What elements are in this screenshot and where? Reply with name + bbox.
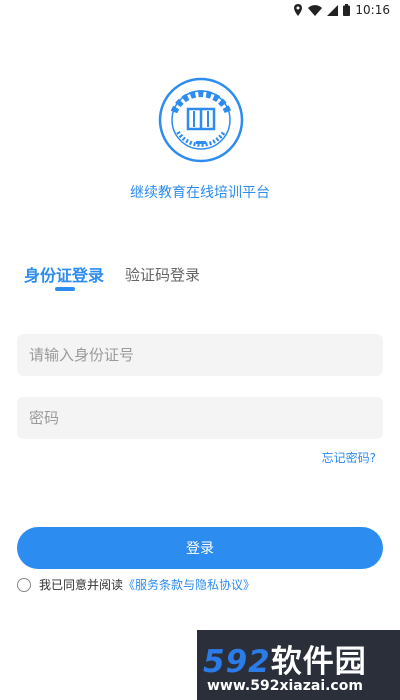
id-number-input[interactable] — [17, 334, 383, 376]
id-number-field-container — [17, 334, 383, 376]
tab-sms-code-login[interactable]: 验证码登录 — [125, 264, 200, 285]
location-icon — [294, 4, 303, 16]
terms-link[interactable]: 《服务条款与隐私协议》 — [123, 576, 255, 593]
watermark-number: 592 — [203, 644, 271, 680]
watermark: 592软件园 www.592xiazai.com — [197, 630, 400, 700]
password-input[interactable] — [17, 397, 383, 439]
forgot-password-link[interactable]: 忘记密码? — [322, 449, 376, 466]
platform-title: 继续教育在线培训平台 — [130, 185, 270, 201]
wifi-icon — [308, 4, 323, 16]
status-icons: 10:16 — [293, 3, 390, 17]
battery-icon — [343, 4, 351, 16]
status-time: 10:16 — [355, 3, 390, 17]
university-logo — [158, 77, 244, 163]
login-button[interactable]: 登录 — [17, 527, 383, 569]
watermark-text: 软件园 — [270, 644, 367, 680]
watermark-brand: 592软件园 — [203, 636, 367, 681]
watermark-url: www.592xiazai.com — [207, 678, 363, 694]
agreement-radio[interactable] — [17, 577, 31, 592]
agreement-prefix: 我已同意并阅读 — [39, 578, 124, 592]
status-bar: 10:16 — [0, 0, 400, 22]
tab-id-card-login[interactable]: 身份证登录 — [24, 262, 104, 286]
signal-icon — [327, 4, 339, 16]
agreement-row: 我已同意并阅读 《服务条款与隐私协议》 — [17, 576, 255, 593]
password-field-container — [17, 397, 383, 439]
active-tab-indicator — [55, 287, 75, 291]
